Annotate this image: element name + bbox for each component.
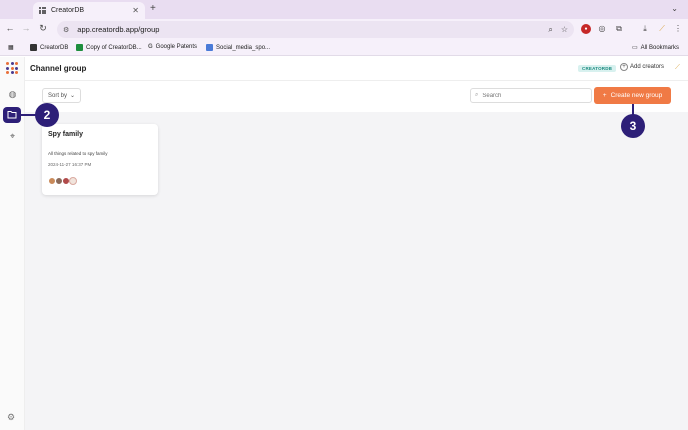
create-new-group-button[interactable]: + Create new group: [594, 87, 671, 104]
apps-grid-icon[interactable]: ▦: [8, 44, 14, 51]
group-controls: Sort by ⌄ ⌕ + Create new group: [25, 82, 688, 112]
bookmark-copy-of-creatordb[interactable]: Copy of CreatorDB...: [76, 44, 142, 51]
plus-icon: +: [602, 92, 607, 99]
creatordb-bookmark-icon: [30, 44, 37, 51]
plus-circle-icon: +: [620, 63, 628, 71]
chevron-down-icon: ⌄: [70, 93, 76, 99]
brand-badge: CREATORDB: [578, 65, 617, 72]
close-tab-icon[interactable]: ✕: [132, 6, 139, 15]
all-bookmarks[interactable]: ▭ All Bookmarks: [632, 44, 679, 52]
google-icon: G: [148, 44, 153, 50]
tab-title: CreatorDB: [51, 7, 85, 14]
callout-2: 2: [35, 103, 59, 127]
extension-red-icon[interactable]: ●: [581, 24, 591, 34]
bookmark-creatordb[interactable]: CreatorDB: [30, 44, 68, 51]
creator-avatars: [48, 177, 77, 185]
search-box[interactable]: ⌕: [470, 88, 592, 103]
address-bar[interactable]: ⚙ app.creatordb.app/group ⌕ ☆: [57, 21, 574, 38]
bookmarks-bar: ▦ CreatorDB Copy of CreatorDB... G Googl…: [0, 40, 688, 56]
group-name: Spy family: [48, 131, 84, 138]
group-description: All things related to spy family: [48, 151, 108, 156]
browser-menu-icon[interactable]: ⋮: [673, 24, 683, 34]
page-header: Channel group CREATORDB + Add creators ⟋: [25, 57, 688, 81]
group-card[interactable]: Spy family All things related to spy fam…: [42, 124, 158, 195]
avatar: [69, 177, 77, 185]
zoom-icon[interactable]: ⌕: [548, 25, 552, 35]
page-title: Channel group: [30, 64, 87, 73]
search-input[interactable]: [482, 92, 573, 99]
groups-grid: Spy family All things related to spy fam…: [25, 112, 688, 430]
sidebar-item-groups[interactable]: [3, 107, 21, 123]
new-tab-icon[interactable]: +: [150, 3, 156, 14]
app-logo-icon[interactable]: [6, 62, 18, 74]
folder-icon: [7, 111, 17, 119]
tab-search-chevron-icon[interactable]: ⌄: [671, 4, 678, 13]
creatordb-favicon-icon: [39, 7, 46, 14]
group-date: 2024-11-27 16:37 PM: [48, 162, 92, 167]
reload-icon[interactable]: ↻: [37, 23, 49, 34]
globe-icon[interactable]: ◍: [6, 88, 19, 101]
sparkle-icon[interactable]: ⟋: [675, 64, 680, 72]
docs-icon: [206, 44, 213, 51]
site-info-icon[interactable]: ⚙: [63, 26, 69, 34]
bookmark-google-patents[interactable]: G Google Patents: [148, 44, 197, 50]
download-icon[interactable]: ⤓: [640, 24, 650, 34]
sheets-icon: [76, 44, 83, 51]
browser-toolbar: ← → ↻ ⚙ app.creatordb.app/group ⌕ ☆ ● ◎ …: [0, 19, 688, 40]
callout-3: 3: [621, 114, 645, 138]
folder-icon: ▭: [632, 45, 638, 51]
url-text: app.creatordb.app/group: [77, 25, 160, 34]
settings-gear-icon[interactable]: ⚙: [7, 412, 15, 423]
back-icon[interactable]: ←: [4, 23, 16, 33]
search-icon: ⌕: [475, 92, 479, 98]
browser-tab[interactable]: CreatorDB ✕: [33, 2, 145, 19]
crosshair-icon[interactable]: ⌖: [6, 130, 19, 143]
forward-icon[interactable]: →: [20, 23, 32, 33]
browser-tab-strip: CreatorDB ✕ + ⌄: [0, 0, 688, 19]
profile-icon[interactable]: ⟋: [657, 24, 667, 34]
sort-by-dropdown[interactable]: Sort by ⌄: [42, 88, 82, 103]
bookmark-star-icon[interactable]: ☆: [561, 25, 568, 35]
add-creators-button[interactable]: + Add creators: [620, 63, 664, 71]
bookmark-social-media[interactable]: Social_media_spo...: [206, 44, 270, 51]
extensions-puzzle-icon[interactable]: ⧉: [614, 24, 624, 34]
extension-chat-icon[interactable]: ◎: [597, 24, 607, 34]
